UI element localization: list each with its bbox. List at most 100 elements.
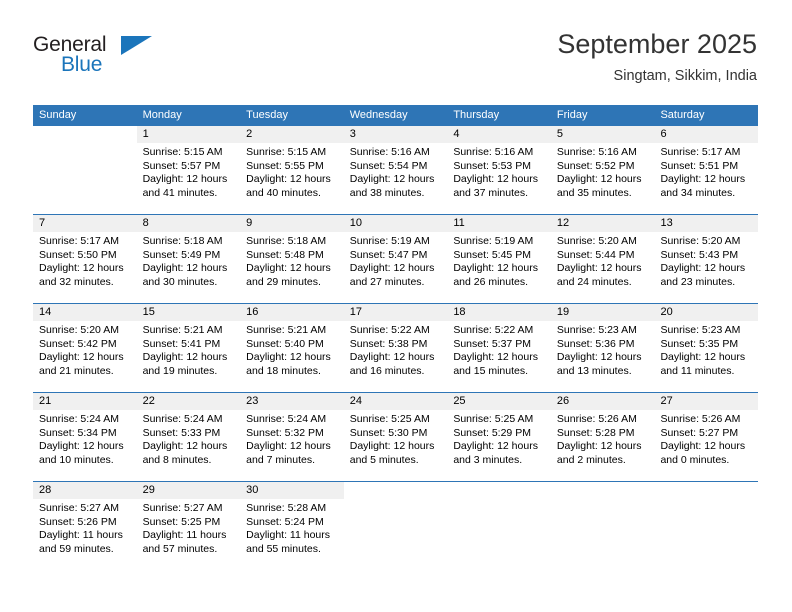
sunrise-text: Sunrise: 5:20 AM (39, 324, 119, 336)
daylight-text-line2: and 21 minutes. (39, 364, 114, 377)
daylight-text-line1: Daylight: 12 hours (453, 173, 538, 186)
day-number: 20 (654, 304, 759, 321)
sunset-text: Sunset: 5:40 PM (246, 337, 324, 350)
day-number: 17 (343, 304, 448, 321)
sunset-text: Sunset: 5:29 PM (453, 426, 531, 439)
day-cell: 13 Sunrise: 5:20 AM Sunset: 5:43 PM Dayl… (654, 215, 759, 303)
sunrise-text: Sunrise: 5:25 AM (349, 413, 430, 425)
sunset-text: Sunset: 5:35 PM (660, 337, 739, 350)
sunset-text: Sunset: 5:41 PM (142, 337, 221, 350)
day-cell: 1 Sunrise: 5:15 AM Sunset: 5:57 PM Dayli… (136, 126, 241, 214)
sunrise-text: Sunrise: 5:16 AM (349, 146, 430, 158)
daylight-text-line1: Daylight: 12 hours (556, 262, 642, 275)
day-number: 7 (33, 215, 137, 232)
daylight-text-line2: and 23 minutes. (660, 275, 736, 288)
day-cell: 16 Sunrise: 5:21 AM Sunset: 5:40 PM Dayl… (240, 304, 344, 392)
day-details (33, 143, 137, 146)
daylight-text-line1: Daylight: 12 hours (349, 173, 435, 186)
day-number: 12 (550, 215, 655, 232)
sunrise-text: Sunrise: 5:24 AM (142, 413, 223, 425)
day-details: Sunrise: 5:17 AM Sunset: 5:51 PM Dayligh… (654, 143, 758, 200)
sunset-text: Sunset: 5:30 PM (349, 426, 428, 439)
logo-triangle-icon (121, 36, 152, 55)
sunset-text: Sunset: 5:50 PM (39, 248, 117, 261)
weekday-header-tuesday: Tuesday (246, 109, 288, 121)
daylight-text-line2: and 37 minutes. (453, 186, 529, 199)
day-details: Sunrise: 5:18 AM Sunset: 5:48 PM Dayligh… (240, 232, 344, 289)
day-details: Sunrise: 5:16 AM Sunset: 5:53 PM Dayligh… (447, 143, 551, 200)
sunrise-text: Sunrise: 5:26 AM (556, 413, 637, 425)
sunset-text: Sunset: 5:57 PM (142, 159, 221, 172)
daylight-text-line2: and 32 minutes. (39, 275, 114, 288)
day-cell: 23 Sunrise: 5:24 AM Sunset: 5:32 PM Dayl… (240, 393, 344, 481)
daylight-text-line1: Daylight: 12 hours (556, 351, 642, 364)
sunset-text: Sunset: 5:47 PM (349, 248, 428, 261)
daylight-text-line2: and 5 minutes. (349, 453, 419, 466)
daylight-text-line2: and 55 minutes. (246, 542, 321, 555)
day-number (33, 126, 137, 143)
day-details (447, 499, 551, 502)
weekday-header-monday: Monday (142, 109, 182, 121)
daylight-text-line2: and 24 minutes. (556, 275, 632, 288)
daylight-text-line1: Daylight: 12 hours (246, 351, 331, 364)
day-number: 13 (654, 215, 759, 232)
day-details: Sunrise: 5:15 AM Sunset: 5:57 PM Dayligh… (137, 143, 241, 200)
daylight-text-line2: and 57 minutes. (142, 542, 218, 555)
daylight-text-line1: Daylight: 12 hours (660, 173, 746, 186)
daylight-text-line2: and 34 minutes. (660, 186, 736, 199)
daylight-text-line1: Daylight: 12 hours (660, 351, 746, 364)
daylight-text-line1: Daylight: 12 hours (349, 351, 435, 364)
day-number (550, 482, 655, 499)
day-details: Sunrise: 5:20 AM Sunset: 5:43 PM Dayligh… (654, 232, 758, 289)
day-cell: 14 Sunrise: 5:20 AM Sunset: 5:42 PM Dayl… (33, 304, 137, 392)
day-cell: 5 Sunrise: 5:16 AM Sunset: 5:52 PM Dayli… (550, 126, 655, 214)
day-number (447, 482, 551, 499)
weekday-header-sunday: Sunday (39, 109, 77, 121)
day-details: Sunrise: 5:24 AM Sunset: 5:33 PM Dayligh… (137, 410, 241, 467)
day-details: Sunrise: 5:15 AM Sunset: 5:55 PM Dayligh… (240, 143, 344, 200)
sunrise-text: Sunrise: 5:22 AM (349, 324, 430, 336)
day-cell (33, 126, 137, 214)
day-details: Sunrise: 5:27 AM Sunset: 5:26 PM Dayligh… (33, 499, 137, 556)
daylight-text-line2: and 59 minutes. (39, 542, 114, 555)
daylight-text-line2: and 13 minutes. (556, 364, 632, 377)
daylight-text-line1: Daylight: 12 hours (453, 262, 538, 275)
sunrise-text: Sunrise: 5:23 AM (556, 324, 637, 336)
day-number: 26 (550, 393, 655, 410)
weekday-header-friday: Friday (556, 109, 588, 121)
sunset-text: Sunset: 5:27 PM (660, 426, 739, 439)
day-number: 25 (447, 393, 551, 410)
day-cell: 27 Sunrise: 5:26 AM Sunset: 5:27 PM Dayl… (654, 393, 759, 481)
sunset-text: Sunset: 5:37 PM (453, 337, 531, 350)
day-cell: 26 Sunrise: 5:26 AM Sunset: 5:28 PM Dayl… (550, 393, 655, 481)
sunset-text: Sunset: 5:25 PM (142, 515, 221, 528)
weekday-header-row: Sunday Monday Tuesday Wednesday Thursday… (33, 105, 758, 125)
day-number: 9 (240, 215, 344, 232)
page-header: General Blue September 2025 Singtam, Sik… (0, 0, 792, 104)
weekday-header-thursday: Thursday (453, 109, 500, 121)
daylight-text-line1: Daylight: 12 hours (39, 351, 124, 364)
sunrise-text: Sunrise: 5:15 AM (246, 146, 327, 158)
calendar-week-row: 1 Sunrise: 5:15 AM Sunset: 5:57 PM Dayli… (33, 125, 759, 214)
day-number: 15 (136, 304, 241, 321)
day-cell (654, 482, 759, 570)
daylight-text-line1: Daylight: 12 hours (246, 262, 331, 275)
day-cell: 22 Sunrise: 5:24 AM Sunset: 5:33 PM Dayl… (136, 393, 241, 481)
daylight-text-line1: Daylight: 11 hours (39, 529, 123, 542)
sunrise-text: Sunrise: 5:15 AM (142, 146, 223, 158)
daylight-text-line2: and 27 minutes. (349, 275, 425, 288)
sunrise-text: Sunrise: 5:16 AM (453, 146, 534, 158)
sunset-text: Sunset: 5:53 PM (453, 159, 531, 172)
sunrise-text: Sunrise: 5:27 AM (142, 502, 223, 514)
day-number: 8 (136, 215, 241, 232)
weekday-header-saturday: Saturday (660, 109, 705, 121)
sunrise-text: Sunrise: 5:25 AM (453, 413, 534, 425)
daylight-text-line2: and 30 minutes. (142, 275, 218, 288)
daylight-text-line1: Daylight: 12 hours (142, 262, 228, 275)
calendar-week-row: 7 Sunrise: 5:17 AM Sunset: 5:50 PM Dayli… (33, 214, 759, 303)
title-block: September 2025 Singtam, Sikkim, India (557, 28, 757, 86)
sunrise-text: Sunrise: 5:18 AM (142, 235, 223, 247)
sunset-text: Sunset: 5:38 PM (349, 337, 428, 350)
day-number: 1 (136, 126, 241, 143)
daylight-text-line1: Daylight: 12 hours (453, 440, 538, 453)
